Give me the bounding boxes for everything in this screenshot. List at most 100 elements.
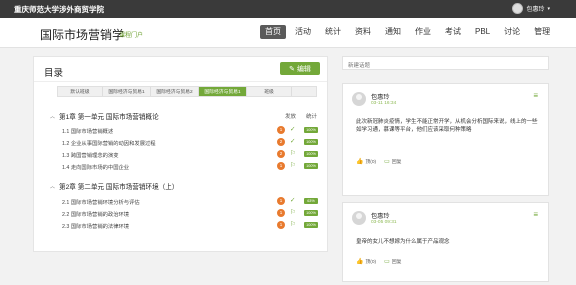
chevron-down-icon: ▾	[547, 5, 550, 12]
like-button[interactable]: 👍 顶(0)	[356, 158, 376, 165]
nav-resources[interactable]: 资料	[350, 25, 376, 39]
class-tabs: 默认班级 国际经济与贸易1 国际经济与贸易2 国际经济与贸易1 班级	[57, 86, 317, 97]
flag-icon[interactable]: ⚐	[290, 220, 296, 228]
tab-class-1-active[interactable]: 国际经济与贸易1	[199, 87, 247, 96]
section-row[interactable]: 2.3 国际市场营销的法律环境 1 ⚐ 100%	[34, 220, 329, 230]
thumbs-up-icon: 👍	[356, 159, 364, 165]
section-row[interactable]: 1.3 跨国营销理念的演变 2 ⚐ 100%	[34, 149, 329, 159]
nav-home[interactable]: 首页	[260, 25, 286, 39]
discussion-post: 包惠玲 03-05 09:31 ≡ 皇帝的女儿不想嫁为什么属于产品观念 👍 顶(0…	[342, 202, 549, 282]
task-count-badge: 1	[277, 209, 285, 217]
user-name: 包惠玲	[526, 7, 545, 13]
nav-discussion[interactable]: 讨论	[499, 25, 525, 39]
nav-manage[interactable]: 管理	[529, 25, 555, 39]
progress-badge: 100%	[304, 210, 318, 216]
flag-icon[interactable]: ⚐	[290, 208, 296, 216]
tab-class[interactable]: 班级	[247, 87, 292, 96]
section-row[interactable]: 1.1 国际市场营销概述 1 ✓ 100%	[34, 125, 329, 135]
section-row[interactable]: 2.2 国际市场营销的政治环境 1 ⚐ 100%	[34, 208, 329, 218]
column-stats: 统计	[306, 114, 318, 120]
catalog-title: 目录	[44, 68, 64, 79]
task-count-badge: 1	[277, 126, 285, 134]
nav-homework[interactable]: 作业	[410, 25, 436, 39]
tab-class-1[interactable]: 国际经济与贸易1	[103, 87, 151, 96]
nav-exams[interactable]: 考试	[440, 25, 466, 39]
task-count-badge: 2	[277, 150, 285, 158]
nav-stats[interactable]: 统计	[320, 25, 346, 39]
nav-notices[interactable]: 通知	[380, 25, 406, 39]
comment-icon: ▭	[384, 259, 390, 265]
section-label: 1.4 走向国际市场的中国企业	[62, 165, 130, 171]
task-count-badge: 1	[277, 221, 285, 229]
avatar	[352, 92, 366, 106]
like-button[interactable]: 👍 顶(0)	[356, 258, 376, 265]
reply-label: 回复	[391, 260, 402, 265]
section-label: 2.3 国际市场营销的法律环境	[62, 224, 130, 230]
task-count-badge: 2	[277, 138, 285, 146]
chapter-2[interactable]: ︿ 第2章 第二单元 国际市场营销环境（上）	[50, 181, 179, 192]
task-count-badge: 1	[277, 197, 285, 205]
chapter-title: 第2章 第二单元 国际市场营销环境（上）	[59, 184, 179, 191]
course-portal-link[interactable]: 课程门户	[119, 30, 143, 39]
post-date: 03-05 09:31	[371, 220, 397, 225]
progress-badge: 100%	[304, 222, 318, 228]
post-author: 包惠玲	[371, 94, 390, 101]
avatar	[352, 211, 366, 225]
like-label: 顶(0)	[365, 260, 377, 265]
menu-icon[interactable]: ≡	[533, 92, 538, 100]
post-body: 皇帝的女儿不想嫁为什么属于产品观念	[356, 239, 450, 245]
post-date: 03-11 16:34	[371, 101, 397, 106]
chevron-up-icon[interactable]: ︿	[50, 113, 55, 120]
edit-label: 编辑	[296, 65, 311, 73]
user-menu[interactable]: 包惠玲 ▾	[512, 3, 550, 14]
like-label: 顶(0)	[365, 160, 377, 165]
check-icon[interactable]: ✓	[290, 137, 295, 145]
section-label: 2.1 国际市场营销环境分析与评估	[62, 200, 140, 206]
section-row[interactable]: 2.1 国际市场营销环境分析与评估 1 ✓ 63%	[34, 196, 329, 206]
check-icon[interactable]: ✓	[290, 125, 295, 133]
progress-badge: 63%	[304, 198, 318, 204]
task-count-badge: 1	[277, 162, 285, 170]
flag-icon[interactable]: ⚐	[290, 161, 296, 169]
reply-button[interactable]: ▭ 回复	[384, 258, 401, 265]
post-author: 包惠玲	[371, 213, 390, 220]
thumbs-up-icon: 👍	[356, 259, 364, 265]
progress-badge: 100%	[304, 139, 318, 145]
progress-badge: 100%	[304, 127, 318, 133]
main-nav: 首页 活动 统计 资料 通知 作业 考试 PBL 讨论 管理	[260, 25, 559, 39]
school-name: 重庆师范大学涉外商贸学院	[14, 5, 104, 14]
post-actions: 👍 顶(0) ▭ 回复	[356, 258, 401, 265]
course-header: 国际市场营销学 课程门户 首页 活动 统计 资料 通知 作业 考试 PBL 讨论…	[0, 18, 576, 48]
new-topic-input[interactable]: 新建话题	[342, 56, 549, 70]
column-publish: 发放	[285, 114, 297, 120]
catalog-panel: 目录 ✎ 编辑 默认班级 国际经济与贸易1 国际经济与贸易2 国际经济与贸易1 …	[33, 56, 328, 252]
progress-badge: 100%	[304, 151, 318, 157]
avatar	[512, 3, 524, 14]
edit-button[interactable]: ✎ 编辑	[280, 62, 320, 75]
flag-icon[interactable]: ⚐	[290, 149, 296, 157]
menu-icon[interactable]: ≡	[533, 211, 538, 219]
section-label: 1.2 企业从事国际营销的动因和发展过程	[62, 141, 156, 147]
chapter-1[interactable]: ︿ 第1章 第一单元 国际市场营销概论	[50, 111, 159, 122]
course-title: 国际市场营销学	[40, 28, 125, 42]
nav-activities[interactable]: 活动	[290, 25, 316, 39]
divider	[34, 81, 327, 82]
tab-class-2[interactable]: 国际经济与贸易2	[151, 87, 199, 96]
check-icon[interactable]: ✓	[290, 196, 295, 204]
nav-pbl[interactable]: PBL	[470, 25, 495, 39]
chevron-up-icon[interactable]: ︿	[50, 183, 55, 190]
comment-icon: ▭	[384, 159, 390, 165]
section-row[interactable]: 1.2 企业从事国际营销的动因和发展过程 2 ✓ 100%	[34, 137, 329, 147]
section-row[interactable]: 1.4 走向国际市场的中国企业 1 ⚐ 100%	[34, 161, 329, 171]
section-label: 1.3 跨国营销理念的演变	[62, 153, 119, 159]
top-bar: 重庆师范大学涉外商贸学院 包惠玲 ▾	[0, 0, 576, 18]
post-body: 此次新冠肺炎疫情，学生不能正常开学，从机会分析国际来说，线上的一些如学习通，慕课…	[356, 119, 538, 133]
reply-label: 回复	[391, 160, 402, 165]
chapter-title: 第1章 第一单元 国际市场营销概论	[59, 114, 159, 121]
pencil-icon: ✎	[289, 65, 295, 73]
progress-badge: 100%	[304, 163, 318, 169]
section-label: 2.2 国际市场营销的政治环境	[62, 212, 130, 218]
discussion-post: 包惠玲 03-11 16:34 ≡ 此次新冠肺炎疫情，学生不能正常开学，从机会分…	[342, 83, 549, 196]
reply-button[interactable]: ▭ 回复	[384, 158, 401, 165]
tab-default-class[interactable]: 默认班级	[58, 87, 103, 96]
